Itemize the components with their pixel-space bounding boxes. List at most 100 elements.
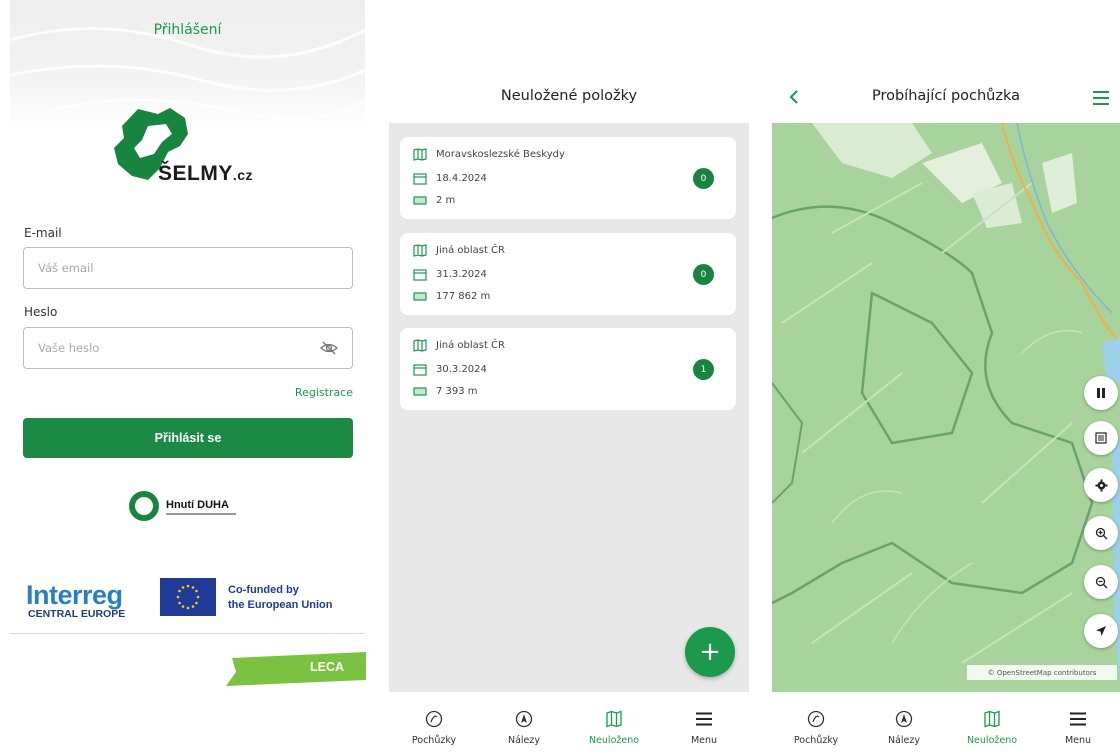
item-date-row: 18.4.2024 bbox=[413, 172, 487, 185]
nav-label: Neuloženo bbox=[588, 735, 640, 746]
item-distance-row: 7 393 m bbox=[413, 386, 478, 397]
nav-label: Menu bbox=[690, 735, 718, 746]
list-item[interactable]: Jiná oblast ČR 30.3.2024 7 393 m 1 bbox=[400, 328, 736, 410]
map-icon bbox=[413, 339, 427, 352]
item-area: Jiná oblast ČR bbox=[436, 340, 505, 351]
item-date: 30.3.2024 bbox=[436, 364, 487, 375]
item-distance: 7 393 m bbox=[436, 386, 478, 397]
ruler-icon bbox=[413, 196, 427, 205]
item-distance: 2 m bbox=[436, 195, 456, 206]
nav-label: Menu bbox=[1064, 735, 1092, 746]
password-field[interactable]: Vaše heslo bbox=[23, 327, 353, 369]
nav-label: Pochůzky bbox=[793, 735, 839, 746]
selmy-logo-suffix: .cz bbox=[232, 167, 254, 183]
item-date: 31.3.2024 bbox=[436, 269, 487, 280]
selmy-logo-text: ŠELMY.cz bbox=[158, 162, 253, 186]
selmy-logo-name: ŠELMY bbox=[158, 162, 233, 185]
item-date-row: 31.3.2024 bbox=[413, 268, 487, 281]
map-icon bbox=[413, 148, 427, 161]
page-title: Neuložené položky bbox=[500, 88, 638, 104]
page-title: Přihlášení bbox=[153, 22, 222, 38]
nav-item-menu[interactable]: Menu bbox=[1036, 692, 1120, 754]
settings-button[interactable] bbox=[1084, 468, 1118, 502]
nav-label: Pochůzky bbox=[411, 735, 457, 746]
finds-count-badge: 1 bbox=[693, 359, 714, 380]
ruler-icon bbox=[413, 292, 427, 301]
item-distance: 177 862 m bbox=[436, 291, 491, 302]
interreg-subtitle: CENTRAL EUROPE bbox=[28, 608, 126, 620]
calendar-icon bbox=[413, 269, 427, 281]
nav-item-walks[interactable]: Pochůzky bbox=[389, 692, 479, 754]
compass-icon bbox=[895, 710, 913, 728]
divider bbox=[10, 633, 365, 634]
nav-label: Neuloženo bbox=[966, 735, 1018, 746]
email-field[interactable]: Váš email bbox=[23, 247, 353, 289]
item-date-row: 30.3.2024 bbox=[413, 363, 487, 376]
ongoing-walk-screen: Probíhající pochůzka © OpenStreetMap con… bbox=[772, 0, 1120, 754]
bottom-nav: Pochůzky Nálezy Neuloženo Menu bbox=[389, 692, 749, 754]
zoom-in-button[interactable] bbox=[1084, 516, 1118, 550]
calendar-icon bbox=[413, 173, 427, 185]
list-item[interactable]: Jiná oblast ČR 31.3.2024 177 862 m 0 bbox=[400, 233, 736, 315]
walk-icon bbox=[807, 710, 825, 728]
walk-icon bbox=[425, 710, 443, 728]
zoom-out-icon bbox=[1095, 576, 1107, 588]
nav-item-finds[interactable]: Nálezy bbox=[479, 692, 569, 754]
password-placeholder: Vaše heslo bbox=[38, 341, 100, 355]
item-distance-row: 2 m bbox=[413, 195, 455, 206]
eu-flag-icon bbox=[160, 578, 216, 616]
list-button[interactable] bbox=[1084, 421, 1118, 455]
locate-button[interactable] bbox=[1084, 614, 1118, 648]
leca-label: LECA bbox=[310, 660, 345, 674]
item-area-row: Jiná oblast ČR bbox=[413, 339, 505, 352]
nav-item-unsaved[interactable]: Neuloženo bbox=[569, 692, 659, 754]
zoom-out-button[interactable] bbox=[1084, 565, 1118, 599]
eu-cofunded-line1: Co-funded by bbox=[228, 584, 299, 596]
ruler-icon bbox=[413, 387, 427, 396]
compass-icon bbox=[515, 710, 533, 728]
list-item[interactable]: Moravskoslezské Beskydy 18.4.2024 2 m 0 bbox=[400, 137, 736, 219]
nav-item-finds[interactable]: Nálezy bbox=[860, 692, 948, 754]
map-icon bbox=[984, 710, 1000, 728]
calendar-icon bbox=[413, 364, 427, 376]
register-link[interactable]: Registrace bbox=[240, 386, 353, 399]
menu-icon[interactable] bbox=[1092, 90, 1110, 106]
finds-count-badge: 0 bbox=[693, 264, 714, 285]
hamburger-icon bbox=[696, 712, 712, 726]
locate-icon bbox=[1096, 626, 1106, 636]
bottom-nav: Pochůzky Nálezy Neuloženo Menu bbox=[772, 692, 1120, 754]
email-label: E-mail bbox=[24, 226, 62, 240]
password-label: Heslo bbox=[24, 305, 58, 319]
item-area: Jiná oblast ČR bbox=[436, 245, 505, 256]
login-button[interactable]: Přihlásit se bbox=[23, 418, 353, 458]
unsaved-list[interactable]: Moravskoslezské Beskydy 18.4.2024 2 m 0 … bbox=[389, 123, 749, 692]
duha-tagline bbox=[166, 513, 236, 515]
nav-item-walks[interactable]: Pochůzky bbox=[772, 692, 860, 754]
duha-logo-icon bbox=[129, 491, 159, 521]
item-distance-row: 177 862 m bbox=[413, 291, 490, 302]
finds-count-badge: 0 bbox=[693, 168, 714, 189]
pause-button[interactable] bbox=[1084, 376, 1118, 410]
map-icon bbox=[413, 244, 427, 257]
interreg-logo: Interreg bbox=[26, 580, 123, 610]
zoom-in-icon bbox=[1095, 527, 1107, 539]
email-placeholder: Váš email bbox=[38, 261, 94, 275]
duha-logo-text: Hnutí DUHA bbox=[166, 499, 229, 511]
hamburger-icon bbox=[1070, 712, 1086, 726]
item-date: 18.4.2024 bbox=[436, 173, 487, 184]
leca-badge bbox=[226, 652, 366, 686]
add-button[interactable]: + bbox=[685, 627, 735, 677]
map-attribution[interactable]: © OpenStreetMap contributors bbox=[967, 665, 1117, 680]
list-icon bbox=[1095, 432, 1107, 444]
eye-off-icon[interactable] bbox=[320, 339, 338, 357]
item-area-row: Moravskoslezské Beskydy bbox=[413, 148, 565, 161]
map-view[interactable] bbox=[772, 123, 1120, 692]
nav-label: Nálezy bbox=[887, 735, 921, 746]
item-area: Moravskoslezské Beskydy bbox=[436, 149, 565, 160]
map-icon bbox=[606, 710, 622, 728]
login-screen: Přihlášení ŠELMY.cz E-mail Váš email Hes… bbox=[0, 0, 375, 754]
settings-icon bbox=[1095, 479, 1107, 491]
page-title: Probíhající pochůzka bbox=[871, 88, 1021, 104]
nav-item-menu[interactable]: Menu bbox=[659, 692, 749, 754]
nav-item-unsaved[interactable]: Neuloženo bbox=[948, 692, 1036, 754]
